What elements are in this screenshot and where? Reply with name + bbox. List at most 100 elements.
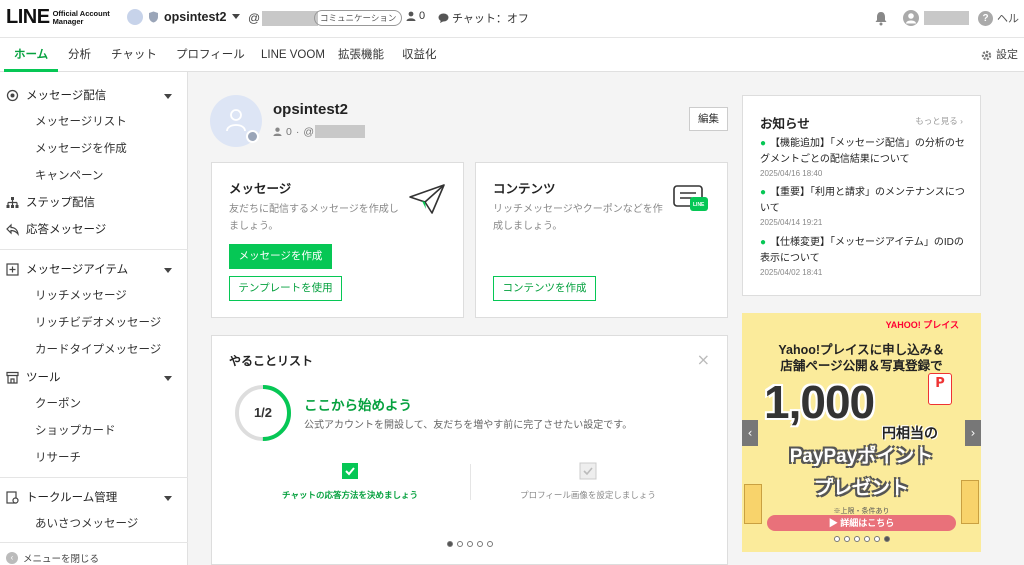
sidebar-item-message-delivery[interactable]: メッセージ配信	[0, 83, 188, 109]
person-icon	[273, 127, 282, 136]
use-template-button[interactable]: テンプレートを使用	[229, 276, 342, 301]
news-more-link[interactable]: もっと見る ›	[915, 115, 963, 127]
create-message-button[interactable]: メッセージを作成	[229, 244, 332, 269]
todo-heading: ここから始めよう	[304, 398, 412, 413]
avatar-edit-icon[interactable]	[246, 130, 259, 143]
page-dot[interactable]	[864, 536, 870, 542]
chat-bubble-icon	[438, 13, 449, 23]
news-date: 2025/04/02 18:41	[760, 268, 823, 277]
account-switcher[interactable]: opsintest2	[127, 9, 240, 25]
main-tabs: ホーム 分析 チャット プロフィール LINE VOOM 拡張機能 収益化 設定	[0, 38, 1024, 72]
message-card: メッセージ 友だちに配信するメッセージを作成しましょう。 メッセージを作成 テン…	[211, 162, 464, 318]
tab-line-voom[interactable]: LINE VOOM	[261, 38, 325, 72]
user-avatar-icon	[903, 10, 919, 26]
account-avatar	[127, 9, 143, 25]
account-name: opsintest2	[164, 10, 227, 24]
logo-text: LINE	[6, 6, 50, 28]
ad-detail-button[interactable]: ▶ 詳細はこちら	[767, 515, 956, 531]
page-dot[interactable]	[834, 536, 840, 542]
news-item[interactable]: ● 【機能追加】「メッセージ配信」の分析のセグメントごとの配信結果について 202…	[760, 136, 970, 178]
page-dot[interactable]	[874, 536, 880, 542]
page-dot[interactable]	[467, 541, 473, 547]
ad-banner[interactable]: YAHOO! プレイス Yahoo!プレイスに申し込み＆ 店舗ページ公開＆写真登…	[742, 313, 981, 552]
step-tree-icon	[6, 197, 19, 208]
tab-profile[interactable]: プロフィール	[176, 38, 245, 72]
page-dot[interactable]	[884, 536, 890, 542]
add-box-icon	[6, 263, 19, 276]
logo-subtext: Official Account Manager	[52, 8, 110, 26]
sidebar-item-campaign[interactable]: キャンペーン	[0, 163, 188, 189]
page-dot[interactable]	[477, 541, 483, 547]
todo-step-profile-image[interactable]: プロフィール画像を設定しましょう	[468, 461, 708, 501]
paper-plane-icon	[409, 184, 445, 214]
bullet-icon: ●	[760, 237, 767, 248]
sidebar-item-step-delivery[interactable]: ステップ配信	[0, 190, 188, 216]
chevron-left-icon: ‹	[6, 552, 18, 564]
paypay-point-icon: P	[928, 373, 952, 405]
page-dot[interactable]	[844, 536, 850, 542]
bell-icon[interactable]	[874, 11, 888, 26]
yahoo-place-logo: YAHOO! プレイス	[885, 320, 959, 330]
sidebar-item-greeting[interactable]: あいさつメッセージ	[0, 511, 188, 537]
sidebar-item-message-list[interactable]: メッセージリスト	[0, 109, 188, 135]
close-icon[interactable]: ×	[697, 350, 710, 369]
sidebar-item-shop-card[interactable]: ショップカード	[0, 418, 188, 444]
message-card-desc: 友だちに配信するメッセージを作成しましょう。	[229, 204, 399, 232]
page-dot[interactable]	[447, 541, 453, 547]
user-name-redacted	[924, 11, 969, 25]
sidebar-item-research[interactable]: リサーチ	[0, 445, 188, 471]
sidebar-item-message-create[interactable]: メッセージを作成	[0, 136, 188, 162]
news-item[interactable]: ● 【重要】「利用と請求」のメンテナンスについて 2025/04/14 19:21	[760, 185, 970, 227]
carousel-next-icon[interactable]: ›	[965, 420, 981, 446]
tab-extensions[interactable]: 拡張機能	[338, 38, 384, 72]
carousel-prev-icon[interactable]: ‹	[742, 420, 758, 446]
sidebar-item-tools[interactable]: ツール	[0, 365, 188, 391]
news-panel: お知らせ もっと見る › ● 【機能追加】「メッセージ配信」の分析のセグメントごと…	[742, 95, 981, 296]
sidebar-item-rich-message[interactable]: リッチメッセージ	[0, 283, 188, 309]
friend-count: 0	[406, 10, 425, 22]
line-oam-logo[interactable]: LINE Official Account Manager	[6, 6, 110, 29]
checkbox-checked-icon	[340, 461, 360, 481]
bullet-icon: ●	[760, 187, 767, 198]
user-menu[interactable]	[903, 10, 969, 26]
caret-down-icon	[164, 376, 172, 381]
page-dot[interactable]	[457, 541, 463, 547]
sidebar-item-rich-video[interactable]: リッチビデオメッセージ	[0, 310, 188, 336]
help-link[interactable]: ? ヘル	[978, 10, 1019, 26]
sidebar-divider	[0, 542, 188, 543]
caret-down-icon	[164, 268, 172, 273]
bullet-icon: ●	[760, 138, 767, 149]
sidebar-item-message-items[interactable]: メッセージアイテム	[0, 257, 188, 283]
sidebar-item-talk-room[interactable]: トークルーム管理	[0, 485, 188, 511]
sidebar-item-auto-reply[interactable]: 応答メッセージ	[0, 217, 188, 243]
ad-yen-label: 円相当の	[882, 425, 938, 441]
person-icon	[406, 11, 416, 21]
create-content-button[interactable]: コンテンツを作成	[493, 276, 596, 301]
gear-icon	[981, 50, 992, 60]
tab-chat[interactable]: チャット	[111, 38, 157, 72]
todo-step-chat-reply[interactable]: チャットの応答方法を決めましょう	[230, 461, 470, 501]
edit-profile-button[interactable]: 編集	[689, 107, 728, 131]
sidebar-item-coupon[interactable]: クーポン	[0, 391, 188, 417]
profile-name: opsintest2	[273, 101, 349, 118]
ad-pagination	[834, 536, 890, 542]
settings-link[interactable]: 設定	[981, 38, 1018, 72]
progress-label: 1/2	[253, 405, 273, 420]
page-dot[interactable]	[487, 541, 493, 547]
ad-amount: 1,000	[764, 376, 875, 428]
ad-paypay-text: PayPayポイント	[789, 446, 934, 467]
sidebar-divider	[0, 477, 188, 478]
account-id: @	[248, 11, 319, 27]
chat-status[interactable]: チャット：オフ	[438, 10, 529, 26]
message-card-title: メッセージ	[229, 182, 292, 196]
collapse-menu-button[interactable]: ‹ メニューを閉じる	[6, 551, 99, 565]
todo-subtext: 公式アカウントを開設して、友だちを増やす前に完了させたい設定です。	[304, 420, 633, 431]
ad-present-text: プレゼント	[813, 478, 909, 499]
page-dot[interactable]	[854, 536, 860, 542]
sidebar-item-card-type[interactable]: カードタイプメッセージ	[0, 337, 188, 363]
tab-analytics[interactable]: 分析	[68, 38, 91, 72]
tab-monetize[interactable]: 収益化	[402, 38, 437, 72]
tab-home[interactable]: ホーム	[3, 38, 59, 72]
news-item[interactable]: ● 【仕様変更】「メッセージアイテム」のIDの表示について 2025/04/02 …	[760, 235, 970, 277]
content-card-title: コンテンツ	[493, 182, 556, 196]
